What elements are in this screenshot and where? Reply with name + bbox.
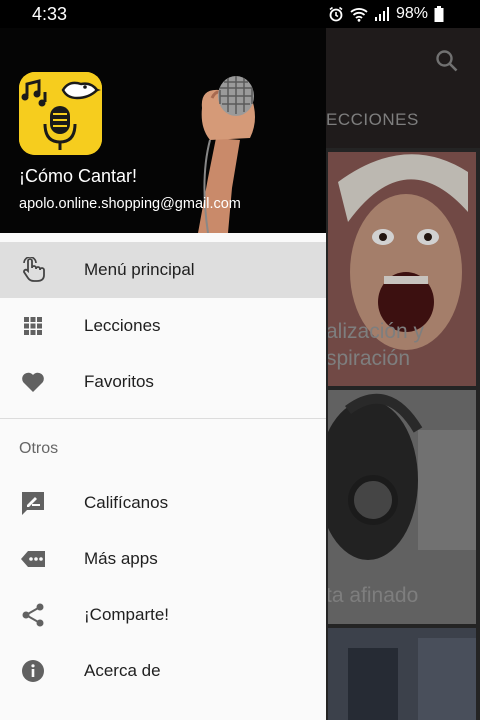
info-icon — [20, 658, 46, 684]
menu-item-label: Lecciones — [84, 316, 161, 335]
heart-icon — [20, 369, 46, 395]
status-icons: 98% — [328, 5, 444, 23]
more-apps-icon — [20, 546, 46, 572]
menu-item-label: Menú principal — [84, 260, 195, 279]
section-header-otros: Otros — [0, 419, 326, 475]
navigation-drawer: ¡Cómo Cantar! apolo.online.shopping@gmai… — [0, 28, 326, 720]
app-screen: 4:33 98% ECCIONES alización y spiración … — [0, 0, 480, 720]
battery-percentage: 98% — [395, 5, 428, 22]
app-title: ¡Cómo Cantar! — [19, 166, 138, 186]
section-label: Otros — [19, 440, 59, 457]
menu-item-more-apps[interactable]: Más apps — [0, 531, 326, 587]
rate-review-icon — [20, 490, 46, 516]
menu-item-about[interactable]: Acerca de — [0, 643, 326, 699]
menu-item-label: ¡Comparte! — [84, 605, 170, 624]
menu-item-label: Más apps — [84, 549, 158, 568]
status-bar: 4:33 98% — [0, 0, 480, 28]
battery-icon — [434, 6, 444, 22]
share-icon — [20, 602, 46, 628]
account-email: apolo.online.shopping@gmail.com — [19, 196, 241, 212]
drawer-menu: Menú principal Lecciones Favoritos Otros — [0, 242, 326, 699]
signal-icon — [374, 7, 390, 21]
menu-item-label: Califícanos — [84, 493, 169, 512]
menu-item-share[interactable]: ¡Comparte! — [0, 587, 326, 643]
menu-item-label: Acerca de — [84, 661, 161, 680]
status-time: 4:33 — [32, 4, 68, 24]
grid-icon — [20, 313, 46, 339]
wifi-icon — [350, 7, 368, 22]
alarm-icon — [328, 6, 344, 22]
menu-item-rate-us[interactable]: Califícanos — [0, 475, 326, 531]
menu-item-lessons[interactable]: Lecciones — [0, 298, 326, 354]
menu-item-favorites[interactable]: Favoritos — [0, 354, 326, 410]
hand-pointer-icon — [20, 256, 46, 283]
app-logo — [19, 72, 102, 155]
menu-item-label: Favoritos — [84, 372, 154, 391]
menu-item-main-menu[interactable]: Menú principal — [0, 242, 326, 298]
drawer-header: ¡Cómo Cantar! apolo.online.shopping@gmai… — [0, 28, 326, 233]
